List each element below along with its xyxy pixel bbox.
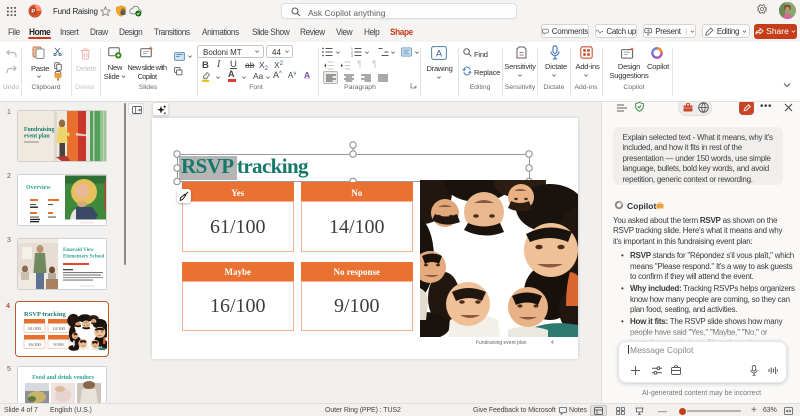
svg-text:16/100: 16/100 [28,342,41,347]
svg-text:9/100: 9/100 [53,342,64,347]
svg-text:61/100: 61/100 [28,326,41,331]
svg-text:P: P [31,9,35,15]
svg-text:Elementary School: Elementary School [63,254,105,260]
svg-text:RSVP tracking: RSVP tracking [24,311,66,318]
svg-text:Emerald View: Emerald View [63,247,94,253]
svg-text:Food and drink vendors: Food and drink vendors [32,375,95,381]
svg-text:14/100: 14/100 [52,326,65,331]
svg-text:A: A [436,49,442,59]
svg-text:event plan: event plan [24,134,50,140]
svg-text:Overview: Overview [26,185,51,191]
svg-text:3: 3 [351,54,353,57]
svg-text:Fundraising: Fundraising [24,127,54,133]
